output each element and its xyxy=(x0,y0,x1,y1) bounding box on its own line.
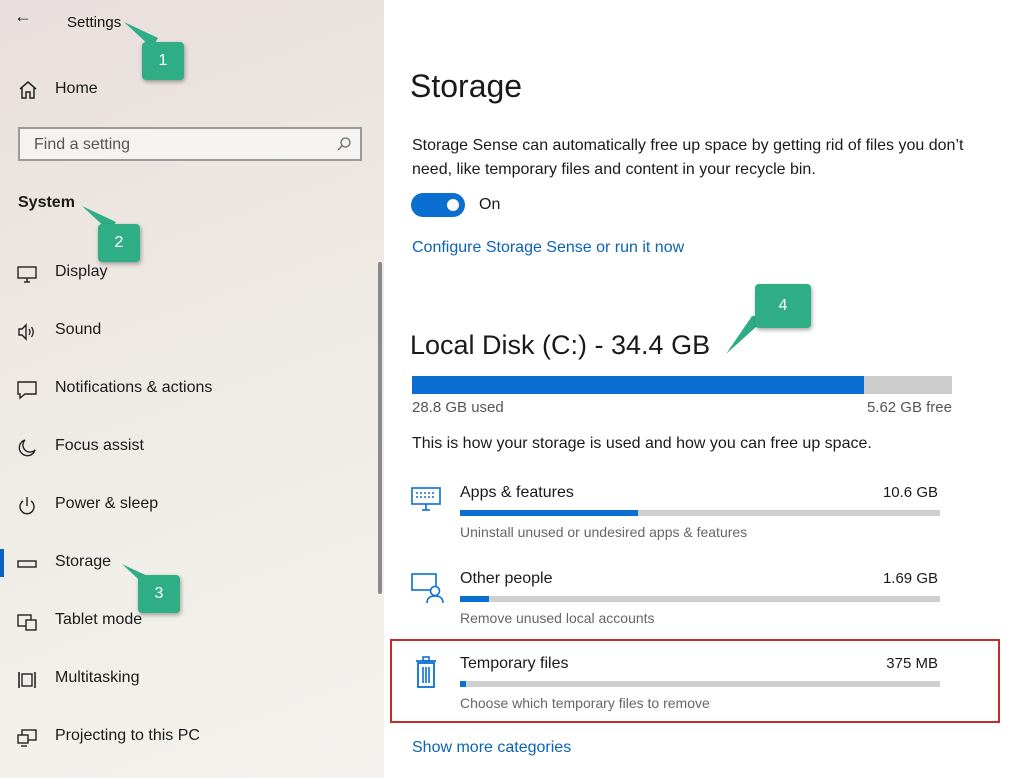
sidebar-item-label: Sound xyxy=(55,321,102,338)
callout-badge-2: 2 xyxy=(98,224,140,262)
category-subtitle: Uninstall unused or undesired apps & fea… xyxy=(460,524,748,540)
sidebar-item-multitasking[interactable]: Multitasking xyxy=(0,659,370,699)
category-usage-bar xyxy=(460,510,940,516)
back-arrow-icon[interactable]: ← xyxy=(14,6,32,27)
show-more-categories-link[interactable]: Show more categories xyxy=(412,739,571,757)
callout-badge-1: 1 xyxy=(142,42,184,80)
disk-title: Local Disk (C:) - 34.4 GB xyxy=(410,330,711,360)
multitasking-icon xyxy=(18,672,36,688)
disk-usage-bar xyxy=(412,376,952,394)
section-heading-system: System xyxy=(18,194,75,211)
category-other-people[interactable]: Other people 1.69 GB Remove unused local… xyxy=(408,570,948,632)
usage-description: This is how your storage is used and how… xyxy=(412,435,872,452)
sidebar-item-projecting[interactable]: Projecting to this PC xyxy=(0,717,370,757)
speaker-icon xyxy=(18,323,34,341)
category-subtitle: Remove unused local accounts xyxy=(460,610,655,626)
search-box[interactable] xyxy=(18,127,362,161)
sidebar-item-label: Multitasking xyxy=(55,669,140,686)
sidebar-item-focus-assist[interactable]: Focus assist xyxy=(0,427,370,467)
sidebar-home[interactable]: Home xyxy=(18,78,98,102)
page-title: Storage xyxy=(410,68,523,104)
tablet-icon xyxy=(17,614,37,631)
disk-used-label: 28.8 GB used xyxy=(412,399,504,416)
projecting-icon xyxy=(17,729,37,747)
sidebar-item-label: Storage xyxy=(55,553,112,570)
sidebar-scrollbar[interactable] xyxy=(378,262,382,594)
callout-badge-3: 3 xyxy=(138,575,180,613)
power-icon xyxy=(19,497,35,515)
disk-usage-fill xyxy=(412,376,864,394)
callout-badge-4: 4 xyxy=(755,284,811,328)
sidebar-item-label: Power & sleep xyxy=(55,495,159,512)
sidebar-item-label: Display xyxy=(55,263,108,280)
sidebar-item-sound[interactable]: Sound xyxy=(0,311,370,351)
configure-storage-sense-link[interactable]: Configure Storage Sense or run it now xyxy=(412,239,684,257)
storage-sense-description: Storage Sense can automatically free up … xyxy=(412,137,964,178)
category-apps-features[interactable]: Apps & features 10.6 GB Uninstall unused… xyxy=(408,484,948,546)
disk-free-label: 5.62 GB free xyxy=(866,399,952,416)
app-title: Settings xyxy=(67,14,122,31)
sidebar-item-label: Notifications & actions xyxy=(55,379,213,396)
search-input[interactable] xyxy=(32,135,336,155)
apps-features-icon xyxy=(411,487,441,511)
category-size: 1.69 GB xyxy=(882,570,938,587)
sidebar-item-label: Focus assist xyxy=(55,437,144,454)
category-usage-bar xyxy=(460,596,940,602)
notification-icon xyxy=(17,381,37,400)
storage-sense-toggle[interactable] xyxy=(411,193,465,217)
sidebar-item-label: Tablet mode xyxy=(55,611,143,628)
storage-icon xyxy=(17,560,37,568)
toggle-state-label: On xyxy=(479,196,501,213)
moon-icon xyxy=(18,439,36,457)
home-label: Home xyxy=(55,80,98,97)
category-size: 10.6 GB xyxy=(882,484,938,501)
other-people-icon xyxy=(411,573,444,604)
toggle-knob xyxy=(447,199,459,211)
home-icon xyxy=(19,81,37,99)
sidebar-item-notifications[interactable]: Notifications & actions xyxy=(0,369,370,409)
monitor-icon xyxy=(17,266,37,283)
highlight-box-temporary-files xyxy=(390,639,1000,723)
search-icon[interactable] xyxy=(336,136,352,152)
category-name: Apps & features xyxy=(460,484,574,501)
sidebar-item-power-sleep[interactable]: Power & sleep xyxy=(0,485,370,525)
sidebar-item-display[interactable]: Display xyxy=(0,253,370,293)
sidebar-item-label: Projecting to this PC xyxy=(55,727,200,744)
category-usage-fill xyxy=(460,596,489,602)
sidebar-item-tablet-mode[interactable]: Tablet mode xyxy=(0,601,370,641)
sidebar-item-storage[interactable]: Storage xyxy=(0,543,370,583)
category-usage-fill xyxy=(460,510,638,516)
category-name: Other people xyxy=(460,570,553,587)
sidebar: ← Settings Home System Display Sound xyxy=(0,0,384,778)
